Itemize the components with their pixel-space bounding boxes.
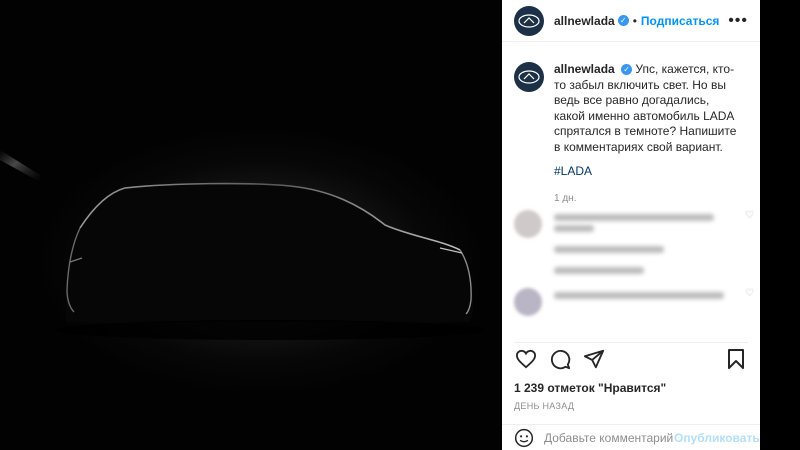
caption-text-block: allnewlada ✓ Упс, кажется, кто-то забыл …: [554, 62, 739, 206]
heart-icon[interactable]: [514, 347, 538, 371]
car-silhouette-image: [0, 150, 485, 340]
post-caption: allnewlada ✓ Упс, кажется, кто-то забыл …: [502, 42, 760, 206]
bookmark-icon[interactable]: [724, 347, 748, 371]
post-actions: [514, 342, 748, 374]
account-username[interactable]: allnewlada: [554, 14, 615, 28]
header-separator: •: [632, 13, 637, 28]
commenter-avatar[interactable]: [514, 288, 542, 316]
lada-logo-icon: [518, 13, 540, 28]
list-item: ♡: [514, 288, 754, 316]
emoji-icon[interactable]: [514, 428, 534, 448]
post-timestamp[interactable]: ДЕНЬ НАЗАД: [514, 401, 574, 411]
comment-like-icon[interactable]: ♡: [745, 210, 754, 221]
comment-icon[interactable]: [548, 347, 572, 371]
more-options-icon[interactable]: •••: [728, 12, 748, 30]
post-header: allnewlada ✓ • Подписаться •••: [502, 0, 760, 42]
caption-avatar[interactable]: [514, 62, 544, 92]
account-avatar[interactable]: [514, 5, 544, 36]
likes-count[interactable]: 1 239 отметок "Нравится": [514, 381, 666, 395]
paper-plane-icon[interactable]: [582, 347, 606, 371]
verified-badge-icon: ✓: [617, 15, 629, 26]
add-comment-bar: Опубликовать: [502, 424, 760, 450]
lada-logo-icon: [518, 70, 540, 84]
overlay-background[interactable]: [760, 0, 800, 450]
verified-badge-icon: ✓: [621, 64, 633, 76]
caption-username[interactable]: allnewlada: [554, 62, 615, 76]
comment-input[interactable]: [544, 430, 674, 445]
commenter-avatar[interactable]: [514, 210, 542, 238]
blurred-comment-text: [554, 288, 724, 303]
post-photo[interactable]: [0, 0, 502, 450]
hashtag-link[interactable]: #LADA: [554, 164, 739, 180]
blurred-comment-text: [554, 210, 714, 278]
post-sidebar: allnewlada ✓ • Подписаться ••• allnewlad…: [502, 0, 760, 450]
comment-like-icon[interactable]: ♡: [745, 288, 754, 299]
caption-timestamp[interactable]: 1 дн.: [554, 191, 739, 207]
instagram-post-view: allnewlada ✓ • Подписаться ••• allnewlad…: [0, 0, 800, 450]
list-item: ♡: [514, 210, 754, 278]
follow-button[interactable]: Подписаться: [641, 14, 719, 28]
comments-list: ♡ ♡: [514, 210, 754, 326]
publish-button[interactable]: Опубликовать: [674, 431, 760, 445]
